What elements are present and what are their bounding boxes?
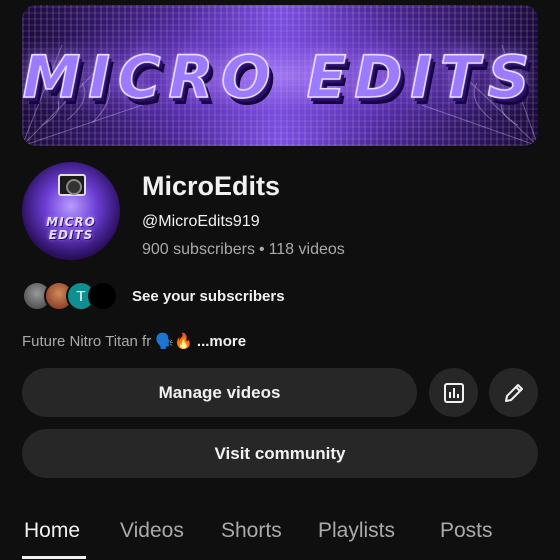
active-tab-indicator [22, 556, 86, 559]
see-subscribers-link[interactable]: See your subscribers [132, 288, 285, 305]
banner-title: MICRO EDITS [22, 42, 538, 112]
avatar-text-line2: EDITS [48, 228, 94, 242]
subscriber-avatar [88, 281, 118, 311]
visit-community-button[interactable]: Visit community [22, 429, 538, 478]
description-text: Future Nitro Titan fr 🗣️🔥 [22, 333, 193, 350]
edit-channel-button[interactable] [489, 368, 538, 417]
channel-banner: MICRO EDITS [22, 5, 538, 146]
channel-avatar[interactable]: MICRO EDITS [22, 162, 120, 260]
analytics-icon [443, 382, 464, 403]
tab-videos[interactable]: Videos [120, 519, 184, 543]
pencil-icon [504, 383, 523, 402]
video-count: 118 videos [268, 241, 345, 258]
camera-head-icon [58, 174, 86, 196]
channel-tabs: Home Videos Shorts Playlists Posts [0, 516, 560, 560]
analytics-button[interactable] [429, 368, 478, 417]
tab-home[interactable]: Home [24, 519, 80, 543]
tab-shorts[interactable]: Shorts [221, 519, 282, 543]
channel-handle: @MicroEdits919 [142, 213, 260, 230]
avatar-text: MICRO EDITS [22, 216, 120, 242]
tab-playlists[interactable]: Playlists [318, 519, 395, 543]
manage-videos-button[interactable]: Manage videos [22, 368, 417, 417]
channel-description[interactable]: Future Nitro Titan fr 🗣️🔥 ...more [22, 332, 246, 350]
more-link[interactable]: ...more [197, 333, 246, 350]
channel-stats: 900 subscribers • 118 videos [142, 241, 345, 259]
subscribers-preview[interactable]: T See your subscribers [22, 281, 285, 311]
tab-posts[interactable]: Posts [440, 519, 493, 543]
channel-name: MicroEdits [142, 171, 281, 201]
subscriber-count: 900 subscribers [142, 241, 255, 258]
stats-separator: • [258, 241, 265, 258]
